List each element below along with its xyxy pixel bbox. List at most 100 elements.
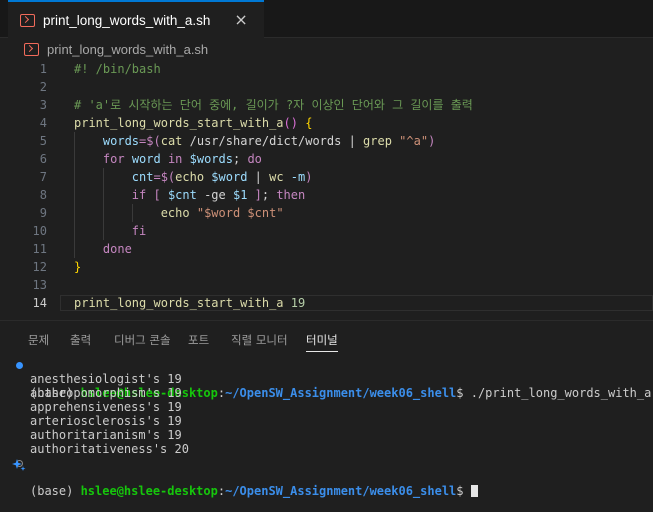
code-token: ) — [305, 170, 313, 184]
terminal-output-line: arteriosclerosis's 19 — [0, 414, 653, 428]
breadcrumb[interactable]: print_long_words_with_a.sh — [0, 38, 653, 60]
code-line: 3 # 'a'로 시작하는 단어 중에, 길이가 ?자 이상인 단어와 그 길이를… — [0, 96, 653, 114]
code-token: echo — [160, 206, 190, 220]
code-line: 1 #! /bin/bash — [0, 60, 653, 78]
code-line: 2 — [0, 78, 653, 96]
panel-tab[interactable]: 직렬 모니터 — [231, 324, 288, 356]
line-number: 12 — [32, 260, 47, 274]
code-token: in — [167, 152, 183, 166]
code-text: print_long_words_start_with_a() { — [74, 114, 312, 132]
code-token: print_long_words_start_with_a — [74, 296, 284, 310]
code-token: words — [102, 134, 140, 148]
line-number: 3 — [39, 98, 47, 112]
panel-divider — [0, 320, 653, 321]
code-token: { — [305, 116, 313, 130]
line-number: 10 — [32, 224, 47, 238]
code-token: cat — [160, 134, 183, 148]
code-token: /usr/share/dict/words — [182, 134, 349, 148]
code-token: $words — [182, 152, 233, 166]
code-token: [ — [146, 188, 168, 202]
panel-tab[interactable]: 문제 — [28, 324, 49, 356]
breadcrumb-file[interactable]: print_long_words_with_a.sh — [47, 42, 208, 57]
panel-tab[interactable]: 디버그 콘솔 — [114, 324, 171, 356]
code-text: for word in $words; do — [74, 150, 262, 168]
code-editor[interactable]: 1 #! /bin/bash 2 3 # 'a'로 시작하는 단어 중에, 길이가 ?자… — [0, 60, 653, 320]
code-token: "$word $cnt" — [196, 206, 284, 220]
code-token: "^a" — [399, 134, 429, 148]
code-token: | — [247, 170, 270, 184]
terminal-prompt-line: (base) hslee@hslee-desktop:~/OpenSW_Assi… — [0, 456, 653, 498]
code-line: 4 print_long_words_start_with_a() { — [0, 114, 653, 132]
terminal-output-line: anthropomorphism's 19 — [0, 386, 653, 400]
code-token: -m — [283, 170, 306, 184]
code-token: # 'a'로 시작하는 단어 중에, 길이가 ?자 이상인 단어와 그 길이를 … — [74, 98, 473, 112]
line-number: 13 — [32, 278, 47, 292]
code-line: 9 echo "$word $cnt" — [0, 204, 653, 222]
code-text: print_long_words_start_with_a 19 — [74, 294, 305, 312]
code-token: } — [74, 260, 82, 274]
code-token: print_long_words_start_with_a — [74, 116, 284, 130]
code-text: # 'a'로 시작하는 단어 중에, 길이가 ?자 이상인 단어와 그 길이를 … — [74, 96, 473, 114]
code-token: ) — [428, 134, 436, 148]
code-token: wc — [269, 170, 284, 184]
code-token: then — [276, 188, 306, 202]
code-line: 14 print_long_words_start_with_a 19 — [0, 294, 653, 312]
code-token: 19 — [283, 296, 306, 310]
code-token: () — [283, 116, 298, 130]
line-number: 9 — [39, 206, 47, 220]
command-status-dot[interactable] — [16, 362, 23, 369]
code-line: 5 words=$(cat /usr/share/dict/words | gr… — [0, 132, 653, 150]
terminal-output-text: anesthesiologist's 19 — [30, 372, 182, 386]
code-token: word — [124, 152, 168, 166]
code-text: done — [74, 240, 132, 258]
code-text: if [ $cnt -ge $1 ]; then — [74, 186, 305, 204]
line-number: 14 — [32, 296, 47, 310]
code-token: grep — [355, 134, 400, 148]
close-icon[interactable]: × — [234, 12, 247, 28]
code-line: 12} — [0, 258, 653, 276]
prompt-env: (base) — [30, 484, 81, 498]
code-token: cnt — [131, 170, 154, 184]
code-text: #! /bin/bash — [74, 60, 161, 78]
code-token: $word — [204, 170, 248, 184]
prompt-user-host: hslee@hslee-desktop — [80, 484, 218, 498]
code-line: 7 cnt=$(echo $word | wc -m) — [0, 168, 653, 186]
code-line: 10 fi — [0, 222, 653, 240]
code-text: fi — [74, 222, 146, 240]
terminal-output-text: anthropomorphism's 19 — [30, 386, 182, 400]
terminal[interactable]: (base) hslee@hslee-desktop:~/OpenSW_Assi… — [0, 356, 653, 498]
sparkle-icon[interactable] — [12, 458, 26, 472]
terminal-output-line: anesthesiologist's 19 — [0, 372, 653, 386]
terminal-command-line: (base) hslee@hslee-desktop:~/OpenSW_Assi… — [0, 358, 653, 400]
code-token: | — [348, 134, 356, 148]
line-number: 7 — [39, 170, 47, 184]
panel-tabs: 문제 출력 디버그 콘솔 포트 직렬 모니터 터미널 — [0, 324, 653, 356]
editor-tab-bar: print_long_words_with_a.sh × — [0, 0, 653, 38]
panel-tab[interactable]: 터미널 — [306, 324, 338, 356]
terminal-output-text: authoritarianism's 19 — [30, 428, 182, 442]
code-text: words=$(cat /usr/share/dict/words | grep… — [74, 132, 435, 150]
line-number: 1 — [39, 62, 47, 76]
panel-tab[interactable]: 출력 — [70, 324, 91, 356]
code-token: for — [102, 152, 125, 166]
code-token: =$( — [153, 170, 176, 184]
panel-tab[interactable]: 포트 — [188, 324, 209, 356]
code-token: done — [102, 242, 132, 256]
code-text: } — [74, 258, 81, 276]
code-token: =$( — [139, 134, 161, 148]
editor-tab[interactable]: print_long_words_with_a.sh × — [8, 0, 264, 38]
prompt-path: ~/OpenSW_Assignment/week06_shell — [225, 484, 457, 498]
terminal-output-text: authoritativeness's 20 — [30, 442, 189, 456]
line-number: 5 — [39, 134, 47, 148]
code-token: $1 — [232, 188, 248, 202]
code-token: #! /bin/bash — [74, 62, 161, 76]
code-line: 8 if [ $cnt -ge $1 ]; then — [0, 186, 653, 204]
code-token: echo — [175, 170, 205, 184]
code-token: fi — [131, 224, 147, 238]
